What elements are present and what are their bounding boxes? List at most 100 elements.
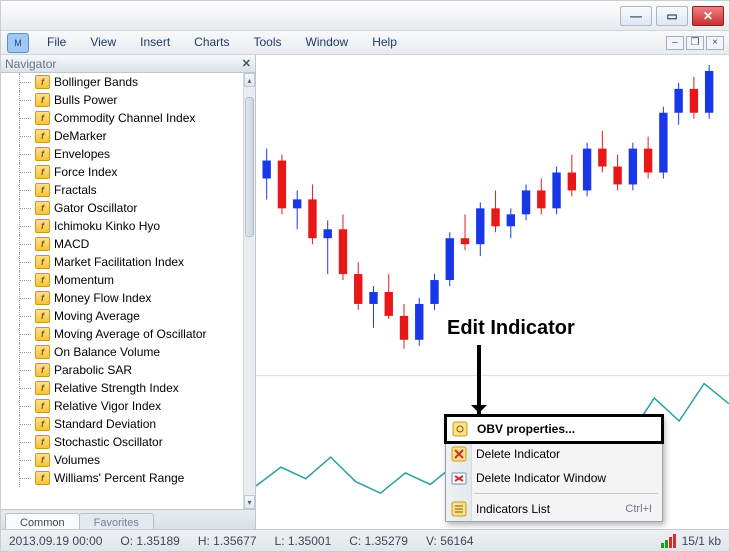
status-high: H: 1.35677 [198,534,257,548]
ctx-delete-indicator-window[interactable]: Delete Indicator Window [446,466,662,490]
nav-item-label: Bulls Power [54,93,117,107]
mdi-minimize-button[interactable]: – [666,36,684,50]
status-open: O: 1.35189 [120,534,179,548]
indicator-icon: f [35,273,50,287]
delete-window-icon [451,470,467,486]
indicator-icon: f [35,291,50,305]
status-low: L: 1.35001 [275,534,332,548]
indicator-icon: f [35,147,50,161]
ctx-obv-properties[interactable]: OBV properties... [444,414,664,444]
nav-item[interactable]: f Momentum [1,271,243,289]
indicator-icon: f [35,111,50,125]
menu-view[interactable]: View [78,31,128,54]
nav-item[interactable]: f Ichimoku Kinko Hyo [1,217,243,235]
nav-item[interactable]: fRelative Strength Index [1,379,243,397]
nav-item[interactable]: f Gator Oscillator [1,199,243,217]
nav-item[interactable]: f Commodity Channel Index [1,109,243,127]
indicator-icon: f [35,471,50,485]
nav-item-label: Ichimoku Kinko Hyo [54,219,160,233]
window-titlebar: — ▭ ✕ [1,1,729,31]
ctx-indicators-list[interactable]: Indicators List Ctrl+I [446,497,662,521]
nav-item[interactable]: f MACD [1,235,243,253]
nav-item-label: Envelopes [54,147,110,161]
nav-item-label: Parabolic SAR [54,363,132,377]
nav-item-label: Volumes [54,453,100,467]
nav-item-label: Gator Oscillator [54,201,137,215]
scroll-up-button[interactable]: ▴ [244,73,255,87]
nav-item-label: Market Facilitation Index [54,255,184,269]
nav-item-label: Money Flow Index [54,291,151,305]
nav-item-label: DeMarker [54,129,107,143]
indicator-icon: f [35,363,50,377]
nav-item[interactable]: f Relative Vigor Index [1,397,243,415]
minimize-button[interactable]: — [620,6,652,26]
nav-item[interactable]: f DeMarker [1,127,243,145]
indicator-icon: f [35,201,50,215]
nav-item[interactable]: fBollinger Bands [1,73,243,91]
connection-status[interactable]: 15/1 kb [661,534,721,548]
status-volume: V: 56164 [426,534,474,548]
indicator-icon: f [35,129,50,143]
ctx-ind-list-shortcut: Ctrl+I [625,503,652,515]
indicator-icon: f [35,381,50,395]
indicator-icon: f [35,75,50,89]
connection-text: 15/1 kb [682,534,721,548]
menu-insert[interactable]: Insert [128,31,182,54]
status-close: C: 1.35279 [349,534,408,548]
indicator-icon: f [35,417,50,431]
nav-item[interactable]: f Money Flow Index [1,289,243,307]
nav-item[interactable]: f On Balance Volume [1,343,243,361]
app-icon: M [7,33,29,53]
nav-item[interactable]: fMoving Average of Oscillator [1,325,243,343]
nav-item[interactable]: f Standard Deviation [1,415,243,433]
properties-icon [452,421,468,437]
navigator-header: Navigator ✕ [1,55,255,73]
indicator-icon: f [35,165,50,179]
indicator-icon: f [35,93,50,107]
indicator-icon: f [35,237,50,251]
navigator-tabs: Common Favorites [1,509,255,531]
context-separator [474,493,658,494]
mdi-restore-button[interactable]: ❐ [686,36,704,50]
nav-item-label: Relative Vigor Index [54,399,161,413]
navigator-scrollbar[interactable]: ▴ ▾ [243,73,255,509]
indicator-icon: f [35,183,50,197]
nav-item[interactable]: fStochastic Oscillator [1,433,243,451]
nav-item-label: On Balance Volume [54,345,160,359]
nav-item[interactable]: fMoving Average [1,307,243,325]
menu-tools[interactable]: Tools [242,31,294,54]
close-button[interactable]: ✕ [692,6,724,26]
ctx-delete-win-label: Delete Indicator Window [476,471,606,485]
nav-item[interactable]: f Parabolic SAR [1,361,243,379]
nav-item[interactable]: fFractals [1,181,243,199]
menu-file[interactable]: File [35,31,78,54]
nav-item-label: Commodity Channel Index [54,111,195,125]
indicator-icon: f [35,345,50,359]
menu-charts[interactable]: Charts [182,31,241,54]
indicator-icon: f [35,219,50,233]
nav-item[interactable]: f Bulls Power [1,91,243,109]
nav-item[interactable]: fMarket Facilitation Index [1,253,243,271]
indicator-icon: f [35,399,50,413]
indicator-icon: f [35,309,50,323]
menu-window[interactable]: Window [294,31,361,54]
nav-item-label: Stochastic Oscillator [54,435,163,449]
navigator-close-icon[interactable]: ✕ [242,57,251,70]
nav-item-label: MACD [54,237,89,251]
scroll-thumb[interactable] [245,97,254,237]
nav-item[interactable]: fWilliams' Percent Range [1,469,243,487]
ctx-properties-label: OBV properties... [477,422,575,436]
ctx-delete-indicator[interactable]: Delete Indicator [446,442,662,466]
scroll-down-button[interactable]: ▾ [244,495,255,509]
nav-item[interactable]: fVolumes [1,451,243,469]
menu-help[interactable]: Help [360,31,409,54]
maximize-button[interactable]: ▭ [656,6,688,26]
navigator-title: Navigator [5,57,56,71]
ctx-delete-ind-label: Delete Indicator [476,447,560,461]
nav-item[interactable]: f Envelopes [1,145,243,163]
nav-item-label: Force Index [54,165,117,179]
nav-item-label: Standard Deviation [54,417,156,431]
nav-item[interactable]: f Force Index [1,163,243,181]
nav-item-label: Momentum [54,273,114,287]
mdi-close-button[interactable]: × [706,36,724,50]
